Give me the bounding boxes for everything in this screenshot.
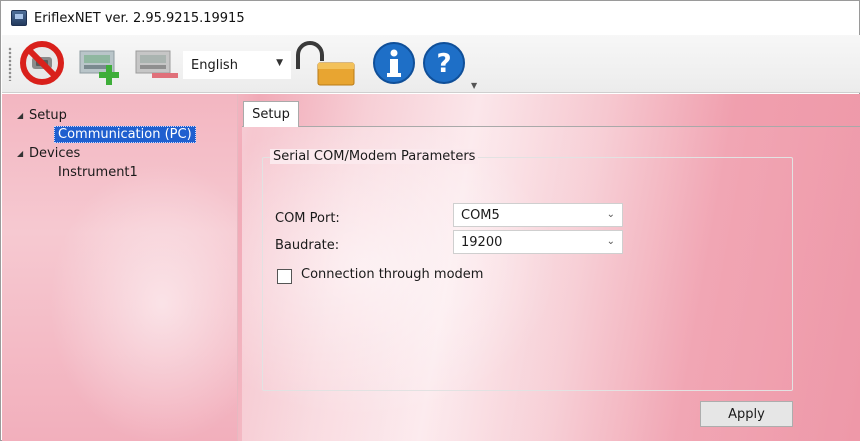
toolbar-grip-icon[interactable] (8, 47, 12, 81)
tree-item-label: Instrument1 (58, 164, 138, 180)
expand-arrow-icon[interactable]: ◢ (17, 111, 29, 120)
group-title: Serial COM/Modem Parameters (270, 149, 479, 164)
modem-checkbox-label[interactable]: Connection through modem (301, 267, 483, 282)
tab-label: Setup (252, 107, 290, 122)
serial-parameters-group: Serial COM/Modem Parameters COM Port: CO… (262, 149, 793, 391)
open-padlock-icon[interactable] (292, 39, 355, 87)
remove-device-icon[interactable] (132, 39, 180, 87)
modem-checkbox[interactable] (277, 269, 292, 284)
tab-setup[interactable]: Setup (243, 101, 299, 127)
window-title: EriflexNET ver. 2.95.9215.19915 (34, 10, 245, 26)
chevron-down-icon[interactable]: ⌄ (607, 236, 615, 247)
tree-item-devices[interactable]: ◢ Devices (17, 144, 80, 162)
com-port-select[interactable]: COM5 ⌄ (453, 203, 623, 227)
tree-item-label: Devices (29, 145, 81, 161)
info-icon[interactable] (370, 39, 418, 87)
baudrate-value: 19200 (461, 234, 503, 250)
help-icon[interactable]: ? (420, 39, 468, 87)
tree-item-communication[interactable]: Communication (PC) (54, 125, 196, 143)
add-device-icon[interactable] (76, 39, 124, 87)
chevron-down-icon[interactable]: ⌄ (607, 209, 615, 220)
svg-text:?: ? (436, 49, 451, 79)
baudrate-select[interactable]: 19200 ⌄ (453, 230, 623, 254)
expand-arrow-icon[interactable]: ◢ (17, 149, 29, 158)
navigation-tree: ◢ Setup Communication (PC) ◢ Devices Ins… (2, 94, 238, 441)
com-port-value: COM5 (461, 207, 500, 223)
app-window: EriflexNET ver. 2.95.9215.19915 English … (0, 0, 860, 441)
app-icon (11, 10, 27, 26)
toolbar: English ▼ ? ▼ (2, 35, 860, 93)
main-area: ◢ Setup Communication (PC) ◢ Devices Ins… (2, 94, 860, 441)
toolbar-overflow-icon[interactable]: ▼ (471, 81, 477, 90)
apply-button-label: Apply (728, 406, 765, 422)
tree-item-label: Setup (29, 107, 67, 123)
tab-panel-setup: Serial COM/Modem Parameters COM Port: CO… (242, 126, 860, 441)
com-port-label: COM Port: (275, 211, 340, 226)
language-value: English (191, 57, 238, 73)
baudrate-label: Baudrate: (275, 238, 340, 253)
language-select[interactable]: English ▼ (183, 51, 291, 79)
no-entry-serial-icon[interactable] (18, 39, 66, 87)
tree-item-setup[interactable]: ◢ Setup (17, 106, 67, 124)
apply-button[interactable]: Apply (700, 401, 793, 427)
tree-item-instrument1[interactable]: Instrument1 (58, 163, 138, 181)
tree-item-label: Communication (PC) (54, 125, 196, 143)
title-bar: EriflexNET ver. 2.95.9215.19915 (1, 1, 859, 35)
chevron-down-icon[interactable]: ▼ (276, 58, 283, 68)
